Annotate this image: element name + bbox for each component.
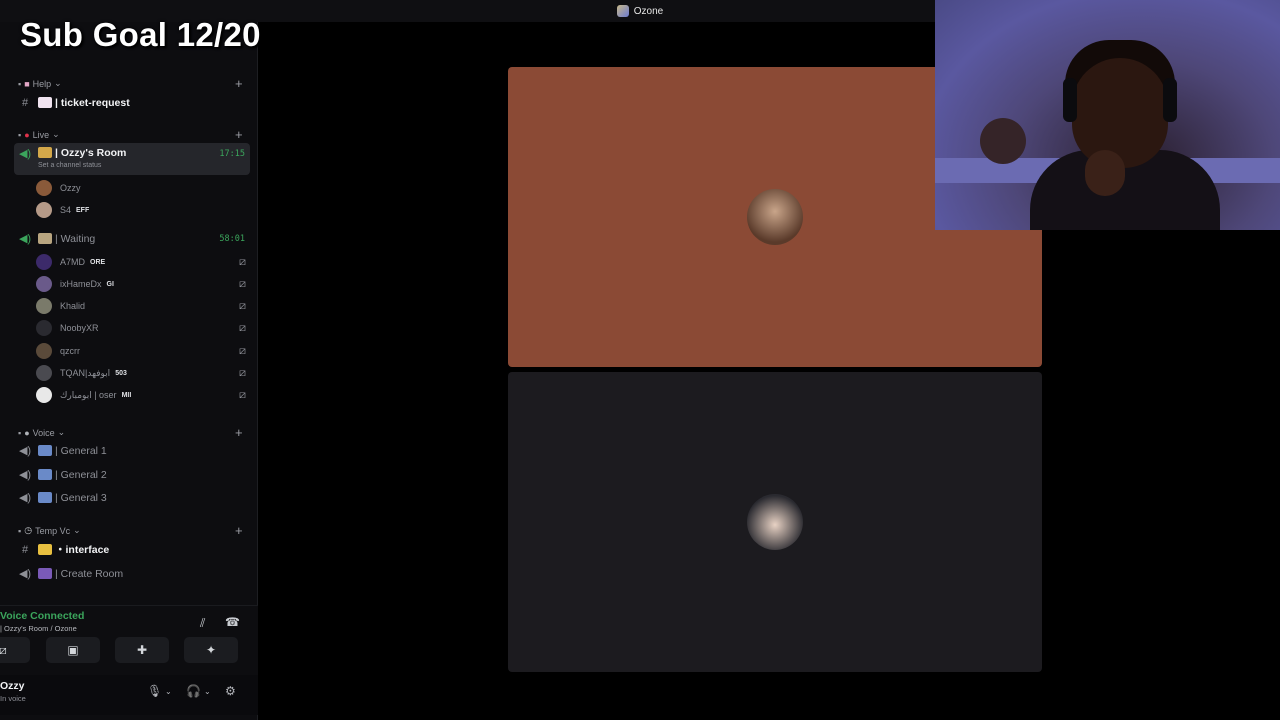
speaker-icon: ◀) — [18, 492, 32, 504]
avatar — [36, 365, 52, 381]
channel-status[interactable]: Set a channel status — [38, 162, 101, 169]
mic-muted-icon: ⧄ — [239, 366, 246, 379]
participant-avatar — [747, 494, 803, 550]
speaker-icon: ◀) — [18, 445, 32, 457]
speaker-icon: ◀) — [18, 148, 32, 160]
add-channel-icon[interactable]: + — [235, 76, 243, 91]
category-temp-vc[interactable]: ▪ ◷ Temp Vc ⌄ + — [18, 523, 243, 538]
voice-user-row[interactable]: TQAN|ابوفهد 503 ⧄ — [36, 363, 250, 383]
headphones-left — [1063, 78, 1077, 122]
chevron-down-icon[interactable]: ⌄ — [165, 687, 172, 696]
username[interactable]: Ozzy — [0, 680, 25, 692]
add-channel-icon[interactable]: + — [235, 523, 243, 538]
webcam-person-hand — [1085, 150, 1125, 196]
camera-off-button[interactable]: ⧄ — [0, 637, 30, 663]
voice-channel-create-room[interactable]: ◀) | Create Room — [14, 563, 250, 584]
disconnect-icon[interactable]: ☎ — [225, 615, 240, 629]
user-status: In voice — [0, 694, 26, 703]
window-title: Ozone — [633, 5, 664, 17]
voice-user-row[interactable]: S4 EFF — [36, 200, 250, 220]
avatar — [36, 202, 52, 218]
mic-muted-icon: ⧄ — [239, 255, 246, 268]
mic-muted-icon: ⧄ — [239, 344, 246, 357]
add-channel-icon[interactable]: + — [235, 127, 243, 142]
server-icon — [616, 5, 629, 17]
mic-muted-icon: ⧄ — [239, 321, 246, 334]
category-live[interactable]: ▪ ● Live ⌄ + — [18, 127, 243, 142]
category-help[interactable]: ▪ ■ Help ⌄ + — [18, 76, 243, 91]
avatar — [36, 320, 52, 336]
user-panel: Ozzy In voice 🎙 ⌄ 🎧 ⌄ ⚙ — [0, 675, 258, 715]
mic-muted-icon: ⧄ — [239, 299, 246, 312]
speaker-icon: ◀) — [18, 469, 32, 481]
webcam-background-ball — [980, 118, 1026, 164]
voice-user-row[interactable]: A7MD ORE ⧄ — [36, 252, 250, 272]
voice-user-row[interactable]: qzcrr ⧄ — [36, 341, 250, 361]
channel-ticket-request[interactable]: # | ticket-request — [14, 92, 250, 113]
mic-muted-icon: ⧄ — [239, 277, 246, 290]
ticket-emoji-icon — [38, 97, 52, 108]
activities-icon: ✚ — [136, 643, 148, 657]
microphone-icon[interactable]: 🎙 — [147, 684, 162, 698]
voice-channel-path[interactable]: | Ozzy's Room / Ozone — [0, 624, 77, 633]
avatar — [36, 254, 52, 270]
screen-share-icon: ▣ — [67, 643, 79, 657]
crown-emoji-icon — [38, 147, 52, 158]
soundboard-button[interactable]: ✦ — [184, 637, 238, 663]
voice-channel-waiting[interactable]: ◀) | Waiting 58:01 — [14, 228, 250, 249]
sparkles-emoji-icon — [38, 544, 52, 555]
hourglass-emoji-icon — [38, 233, 52, 244]
screen-share-button[interactable]: ▣ — [46, 637, 100, 663]
voice-channel-general-3[interactable]: ◀) | General 3 — [14, 487, 250, 508]
participant-avatar — [747, 189, 803, 245]
voice-user-row[interactable]: ابومبارك | oser MII ⧄ — [36, 385, 250, 405]
voice-channel-general-2[interactable]: ◀) | General 2 — [14, 464, 250, 485]
mic-muted-icon: ⧄ — [239, 388, 246, 401]
voice-user-row[interactable]: Ozzy — [36, 178, 250, 198]
speaker-emoji-icon — [38, 445, 52, 456]
activities-button[interactable]: ✚ — [115, 637, 169, 663]
speaker-icon: ◀) — [18, 568, 32, 580]
voice-user-row[interactable]: NoobyXR ⧄ — [36, 318, 250, 338]
avatar — [36, 343, 52, 359]
avatar — [36, 387, 52, 403]
soundboard-icon: ✦ — [205, 643, 217, 657]
webcam-person-face — [1072, 58, 1168, 168]
speaker-icon: ◀) — [18, 233, 32, 245]
gear-icon[interactable]: ⚙ — [225, 684, 236, 698]
camera-off-icon: ⧄ — [0, 642, 7, 657]
category-voice[interactable]: ▪ ● Voice ⌄ + — [18, 425, 243, 440]
text-channel-icon: # — [21, 96, 29, 109]
headphones-right — [1163, 78, 1177, 122]
add-channel-icon[interactable]: + — [235, 425, 243, 440]
noise-suppression-icon[interactable]: ⫽ — [200, 616, 205, 631]
chevron-down-icon[interactable]: ⌄ — [204, 687, 211, 696]
channel-interface[interactable]: # ・interface — [14, 539, 250, 560]
text-channel-icon: # — [21, 543, 29, 556]
sub-goal-overlay: Sub Goal 12/20 — [20, 16, 261, 53]
avatar — [36, 180, 52, 196]
participant-tile[interactable] — [508, 372, 1042, 672]
create-emoji-icon — [38, 568, 52, 579]
speaker-emoji-icon — [38, 492, 52, 503]
voice-channel-ozzys-room[interactable]: ◀) | Ozzy's Room 17:15 Set a channel sta… — [14, 143, 250, 175]
streamer-webcam — [935, 0, 1280, 230]
voice-connected-label[interactable]: Voice Connected — [0, 610, 84, 622]
voice-channel-general-1[interactable]: ◀) | General 1 — [14, 440, 250, 461]
avatar — [36, 276, 52, 292]
avatar — [36, 298, 52, 314]
speaker-emoji-icon — [38, 469, 52, 480]
voice-user-row[interactable]: Khalid ⧄ — [36, 296, 250, 316]
headphones-icon[interactable]: 🎧 — [186, 684, 201, 698]
voice-user-row[interactable]: ixHameDx GI ⧄ — [36, 274, 250, 294]
